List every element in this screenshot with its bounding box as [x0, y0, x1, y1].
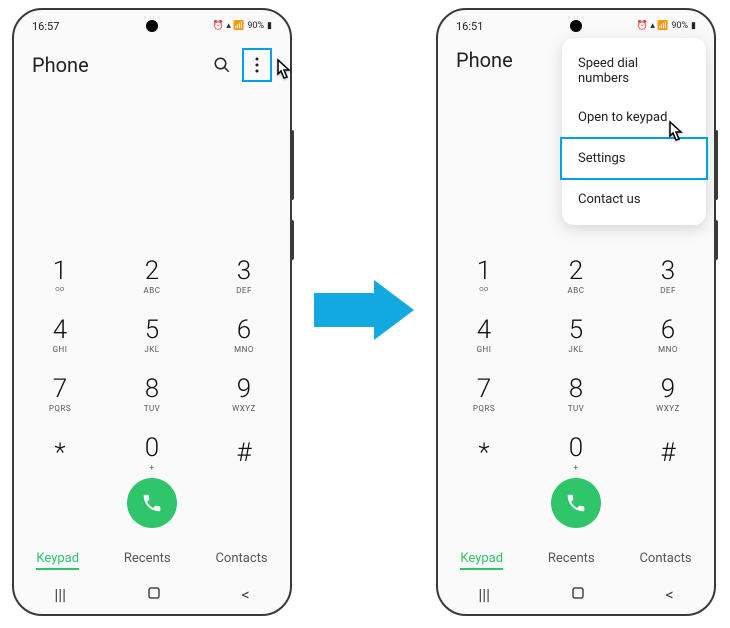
- bottom-tabs: Keypad Recents Contacts: [14, 551, 290, 570]
- home-nav-icon[interactable]: [147, 585, 161, 604]
- dial-keypad: 1ᴼᴼ 2ABC 3DEF 4GHI 5JKL 6MNO 7PQRS 8TUV …: [14, 258, 290, 472]
- key-hash[interactable]: #: [198, 435, 290, 472]
- status-time: 16:51: [456, 20, 483, 33]
- key-1[interactable]: 1ᴼᴼ: [14, 258, 106, 295]
- power-button: [290, 220, 294, 260]
- recents-nav-icon[interactable]: |||: [478, 585, 490, 604]
- key-9[interactable]: 9WXYZ: [198, 376, 290, 413]
- key-7[interactable]: 7PQRS: [14, 376, 106, 413]
- tab-recents[interactable]: Recents: [124, 551, 171, 570]
- volume-button: [714, 130, 718, 200]
- app-title: Phone: [32, 53, 89, 77]
- volume-button: [290, 130, 294, 200]
- key-3[interactable]: 3DEF: [198, 258, 290, 295]
- call-button[interactable]: [551, 478, 601, 528]
- bottom-tabs: Keypad Recents Contacts: [438, 551, 714, 570]
- key-6[interactable]: 6MNO: [622, 317, 714, 354]
- status-icons: ⏰ ▴ 📶 90% ▮: [637, 21, 696, 31]
- back-nav-icon[interactable]: <: [241, 585, 249, 604]
- key-7[interactable]: 7PQRS: [438, 376, 530, 413]
- key-1[interactable]: 1ᴼᴼ: [438, 258, 530, 295]
- key-4[interactable]: 4GHI: [438, 317, 530, 354]
- tab-recents[interactable]: Recents: [548, 551, 595, 570]
- camera-cutout: [570, 20, 582, 32]
- key-8[interactable]: 8TUV: [530, 376, 622, 413]
- key-hash[interactable]: #: [622, 435, 714, 472]
- search-icon[interactable]: [210, 53, 234, 77]
- key-2[interactable]: 2ABC: [530, 258, 622, 295]
- key-2[interactable]: 2ABC: [106, 258, 198, 295]
- back-nav-icon[interactable]: <: [665, 585, 673, 604]
- key-star[interactable]: *: [14, 435, 106, 472]
- key-0[interactable]: 0+: [530, 435, 622, 472]
- phone-screenshot-right: 16:51 ⏰ ▴ 📶 90% ▮ Phone Speed dial numbe…: [436, 8, 716, 616]
- status-icons: ⏰ ▴ 📶 90% ▮: [213, 21, 272, 31]
- transition-arrow-icon: [314, 280, 414, 340]
- status-time: 16:57: [32, 20, 59, 33]
- camera-cutout: [146, 20, 158, 32]
- phone-screenshot-left: 16:57 ⏰ ▴ 📶 90% ▮ Phone 1ᴼᴼ 2ABC 3DEF 4G…: [12, 8, 292, 616]
- menu-speed-dial[interactable]: Speed dial numbers: [562, 44, 706, 98]
- tab-contacts[interactable]: Contacts: [215, 551, 267, 570]
- key-3[interactable]: 3DEF: [622, 258, 714, 295]
- pointer-cursor-icon: [268, 54, 300, 86]
- app-title: Phone: [456, 48, 513, 72]
- key-0[interactable]: 0+: [106, 435, 198, 472]
- dial-keypad: 1ᴼᴼ 2ABC 3DEF 4GHI 5JKL 6MNO 7PQRS 8TUV …: [438, 258, 714, 472]
- key-4[interactable]: 4GHI: [14, 317, 106, 354]
- home-nav-icon[interactable]: [571, 585, 585, 604]
- key-6[interactable]: 6MNO: [198, 317, 290, 354]
- key-5[interactable]: 5JKL: [106, 317, 198, 354]
- pointer-cursor-icon: [660, 116, 692, 148]
- power-button: [714, 220, 718, 260]
- recents-nav-icon[interactable]: |||: [54, 585, 66, 604]
- android-navbar: ||| <: [438, 585, 714, 604]
- android-navbar: ||| <: [14, 585, 290, 604]
- call-button[interactable]: [127, 478, 177, 528]
- menu-contact-us[interactable]: Contact us: [562, 180, 706, 219]
- tab-keypad[interactable]: Keypad: [36, 551, 79, 570]
- tab-contacts[interactable]: Contacts: [639, 551, 691, 570]
- key-8[interactable]: 8TUV: [106, 376, 198, 413]
- key-9[interactable]: 9WXYZ: [622, 376, 714, 413]
- tab-keypad[interactable]: Keypad: [460, 551, 503, 570]
- key-5[interactable]: 5JKL: [530, 317, 622, 354]
- app-header: Phone: [14, 38, 290, 92]
- key-star[interactable]: *: [438, 435, 530, 472]
